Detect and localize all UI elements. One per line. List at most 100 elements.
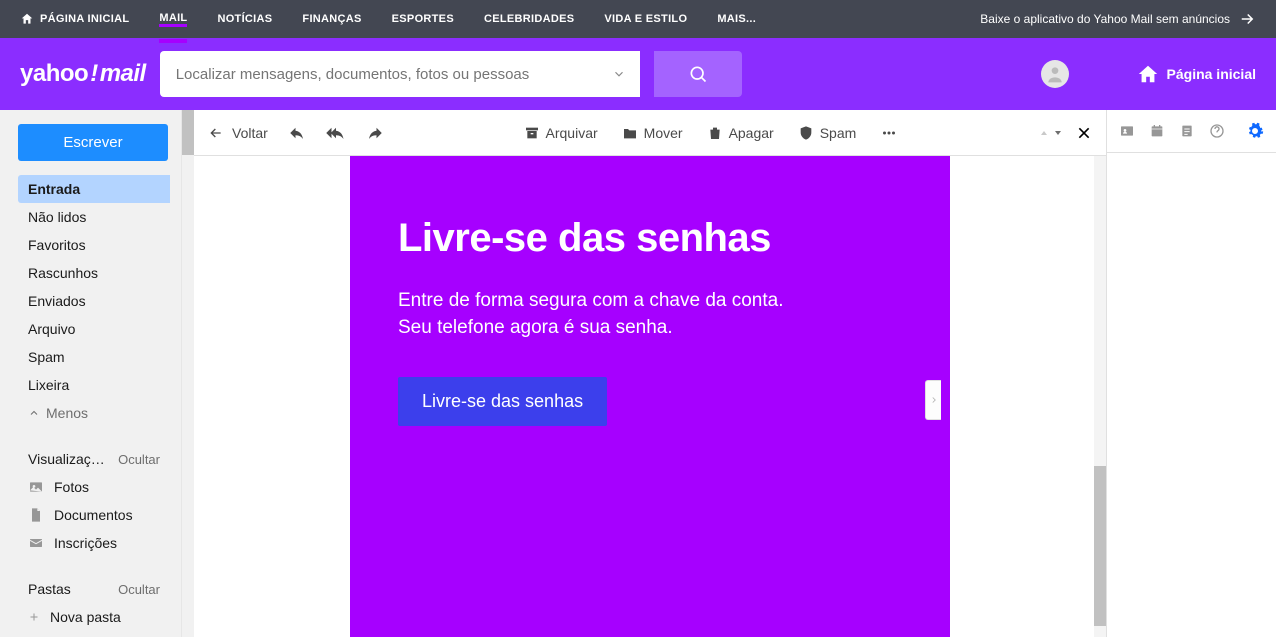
email-text: Entre de forma segura com a chave da con… [398, 288, 902, 341]
avatar[interactable] [1041, 60, 1069, 88]
view-documents[interactable]: Documentos [18, 501, 170, 529]
rail-collapse-button[interactable] [925, 380, 941, 420]
sidebar: Escrever Entrada Não lidos Favoritos Ras… [0, 110, 194, 637]
views-hide[interactable]: Ocultar [118, 452, 160, 467]
home-icon [20, 12, 34, 26]
view-label: Documentos [54, 507, 133, 523]
nav-finance[interactable]: FINANÇAS [302, 13, 361, 25]
message-scrollbar[interactable] [1094, 156, 1106, 637]
folder-trash[interactable]: Lixeira [18, 371, 170, 399]
sidebar-scrollbar[interactable] [181, 110, 194, 637]
id-card-icon [1119, 123, 1135, 139]
calendar-icon [1149, 123, 1165, 139]
rail-calendar-button[interactable] [1149, 123, 1165, 139]
view-subscriptions[interactable]: Inscrições [18, 529, 170, 557]
archive-label: Arquivar [546, 125, 598, 141]
email-cta-label: Livre-se das senhas [422, 391, 583, 411]
home-link-label: Página inicial [1167, 66, 1256, 82]
next-message-button[interactable] [1052, 127, 1064, 139]
folder-archive[interactable]: Arquivo [18, 315, 170, 343]
chevron-down-icon [612, 67, 626, 81]
reply-all-icon [326, 124, 346, 142]
view-label: Fotos [54, 479, 89, 495]
nav-mail[interactable]: MAIL [159, 12, 187, 27]
archive-icon [524, 125, 540, 141]
logo[interactable]: yahoo!mail [20, 60, 146, 88]
compose-button[interactable]: Escrever [18, 124, 168, 161]
view-photos[interactable]: Fotos [18, 473, 170, 501]
folder-inbox[interactable]: Entrada [18, 175, 170, 203]
plus-icon [28, 611, 40, 623]
view-label: Inscrições [54, 535, 117, 551]
more-button[interactable] [880, 124, 898, 142]
nav-news-label: NOTÍCIAS [217, 13, 272, 25]
nav-news[interactable]: NOTÍCIAS [217, 13, 272, 25]
nav-celeb-label: CELEBRIDADES [484, 13, 574, 25]
nav-sports[interactable]: ESPORTES [392, 13, 454, 25]
search-button[interactable] [654, 51, 742, 97]
forward-button[interactable] [366, 124, 384, 142]
folder-label: Lixeira [28, 377, 69, 393]
email-line2: Seu telefone agora é sua senha. [398, 317, 673, 338]
folder-label: Rascunhos [28, 265, 98, 281]
pastas-hide[interactable]: Ocultar [118, 582, 160, 597]
more-icon [880, 124, 898, 142]
email-cta-button[interactable]: Livre-se das senhas [398, 377, 607, 426]
nav-promo-label: Baixe o aplicativo do Yahoo Mail sem anú… [980, 12, 1230, 26]
search-chevron[interactable] [612, 67, 626, 81]
rail-contact-button[interactable] [1119, 123, 1135, 139]
email-body: Livre-se das senhas Entre de forma segur… [350, 156, 950, 637]
right-rail [1106, 110, 1276, 637]
nav-mail-label: MAIL [159, 12, 187, 24]
top-nav-bar: PÁGINA INICIAL MAIL NOTÍCIAS FINANÇAS ES… [0, 0, 1276, 38]
folder-drafts[interactable]: Rascunhos [18, 259, 170, 287]
rail-help-button[interactable] [1209, 123, 1225, 139]
nav-promo-link[interactable]: Baixe o aplicativo do Yahoo Mail sem anú… [980, 10, 1256, 28]
folder-label: Entrada [28, 181, 80, 197]
reply-all-button[interactable] [326, 124, 346, 142]
gear-icon [1246, 122, 1264, 140]
folder-less-label: Menos [46, 405, 88, 421]
rail-notes-button[interactable] [1179, 123, 1195, 139]
trash-icon [707, 125, 723, 141]
arrow-left-icon [208, 125, 224, 141]
nav-life-label: VIDA E ESTILO [604, 13, 687, 25]
nav-life[interactable]: VIDA E ESTILO [604, 13, 687, 25]
views-header-label: Visualizaç… [28, 451, 105, 467]
folder-less[interactable]: Menos [18, 399, 170, 427]
nav-celeb[interactable]: CELEBRIDADES [484, 13, 574, 25]
new-folder[interactable]: Nova pasta [18, 603, 170, 631]
message-scrollbar-thumb[interactable] [1094, 466, 1106, 626]
prev-message-button[interactable] [1038, 127, 1050, 139]
new-folder-label: Nova pasta [50, 609, 121, 625]
logo-excl: ! [90, 60, 98, 88]
user-icon [1045, 64, 1065, 84]
folder-favorites[interactable]: Favoritos [18, 231, 170, 259]
delete-label: Apagar [729, 125, 774, 141]
header-bar: yahoo!mail Página inicial [0, 38, 1276, 110]
sidebar-scrollbar-thumb[interactable] [182, 110, 194, 155]
home-link[interactable]: Página inicial [1137, 63, 1256, 85]
archive-button[interactable]: Arquivar [524, 124, 598, 142]
rail-settings-button[interactable] [1246, 122, 1264, 140]
search-input[interactable] [174, 65, 612, 84]
delete-button[interactable]: Apagar [707, 124, 774, 142]
nav-home[interactable]: PÁGINA INICIAL [20, 12, 129, 26]
help-icon [1209, 123, 1225, 139]
back-button[interactable]: Voltar [208, 125, 268, 141]
reply-button[interactable] [288, 124, 306, 142]
shield-icon [798, 125, 814, 141]
move-button[interactable]: Mover [622, 124, 683, 142]
nav-more[interactable]: MAIS... [717, 13, 756, 25]
folder-sent[interactable]: Enviados [18, 287, 170, 315]
photos-icon [28, 479, 44, 495]
email-line1: Entre de forma segura com a chave da con… [398, 290, 784, 311]
folder-unread[interactable]: Não lidos [18, 203, 170, 231]
spam-button[interactable]: Spam [798, 124, 857, 142]
search-box[interactable] [160, 51, 640, 97]
compose-label: Escrever [63, 134, 122, 151]
folder-spam[interactable]: Spam [18, 343, 170, 371]
message-toolbar: Voltar Arquivar Mover Apagar [194, 110, 1106, 156]
close-button[interactable] [1076, 125, 1092, 141]
move-label: Mover [644, 125, 683, 141]
